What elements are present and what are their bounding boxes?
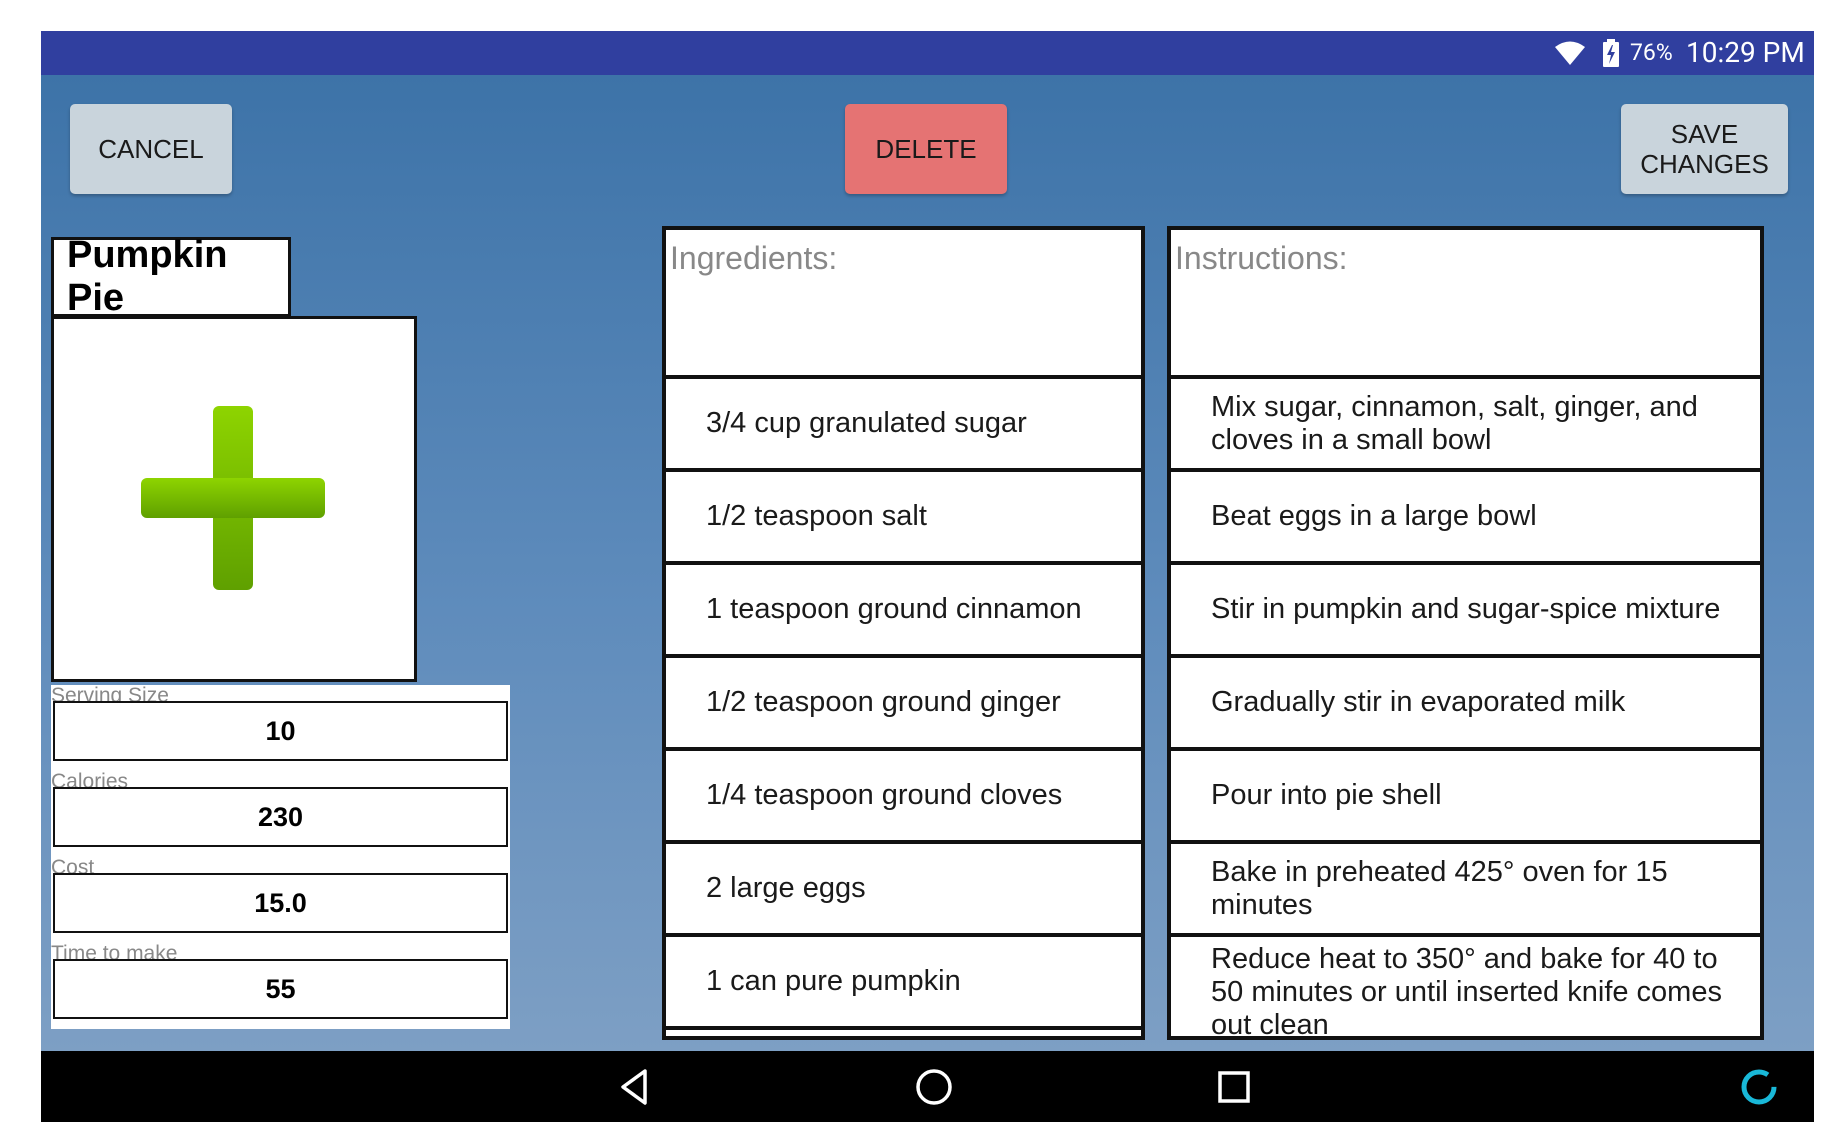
battery-charging-icon	[1603, 39, 1619, 67]
ingredients-header: Ingredients:	[670, 240, 838, 276]
ingredient-item[interactable]: 1/2 teaspoon ground ginger	[666, 654, 1141, 747]
ingredient-item-partial[interactable]	[666, 1026, 1141, 1036]
recents-icon[interactable]	[1212, 1065, 1256, 1109]
ingredient-item[interactable]: 2 large eggs	[666, 840, 1141, 933]
wifi-icon	[1555, 41, 1585, 65]
instruction-item[interactable]: Reduce heat to 350° and bake for 40 to 5…	[1171, 933, 1760, 1036]
instructions-header: Instructions:	[1175, 240, 1348, 276]
delete-button-label: DELETE	[875, 134, 977, 164]
instruction-item[interactable]: Pour into pie shell	[1171, 747, 1760, 840]
cancel-button-label: CANCEL	[98, 134, 204, 164]
recipe-details: Serving Size 10 Calories 230 Cost 15.0 T…	[51, 685, 510, 1029]
save-changes-button[interactable]: SAVE CHANGES	[1621, 104, 1788, 194]
recipe-editor: CANCEL DELETE SAVE CHANGES Pumpkin Pie S…	[41, 75, 1814, 1051]
cost-field[interactable]: 15.0	[53, 873, 508, 933]
ingredient-item[interactable]: 3/4 cup granulated sugar	[666, 375, 1141, 468]
clock: 10:29 PM	[1686, 36, 1805, 69]
save-changes-label-line2: CHANGES	[1640, 149, 1769, 179]
delete-button[interactable]: DELETE	[845, 104, 1007, 194]
instruction-item[interactable]: Beat eggs in a large bowl	[1171, 468, 1760, 561]
ingredient-item[interactable]: 1 can pure pumpkin	[666, 933, 1141, 1026]
ingredient-item[interactable]: 1/4 teaspoon ground cloves	[666, 747, 1141, 840]
recipe-image-picker[interactable]	[51, 316, 417, 682]
recipe-title[interactable]: Pumpkin Pie	[51, 234, 291, 319]
serving-size-field[interactable]: 10	[53, 701, 508, 761]
battery-percentage: 76%	[1630, 39, 1673, 66]
navigation-bar	[41, 1051, 1814, 1122]
instruction-item[interactable]: Stir in pumpkin and sugar-spice mixture	[1171, 561, 1760, 654]
instruction-item[interactable]: Gradually stir in evaporated milk	[1171, 654, 1760, 747]
ingredients-list[interactable]: Ingredients: 3/4 cup granulated sugar 1/…	[662, 226, 1145, 1040]
home-icon[interactable]	[912, 1065, 956, 1109]
instruction-item[interactable]: Mix sugar, cinnamon, salt, ginger, and c…	[1171, 375, 1760, 468]
screen: 76% 10:29 PM CANCEL DELETE SAVE CHANGES …	[41, 31, 1814, 1122]
cancel-button[interactable]: CANCEL	[70, 104, 232, 194]
ingredient-item[interactable]: 1 teaspoon ground cinnamon	[666, 561, 1141, 654]
instruction-item[interactable]: Bake in preheated 425° oven for 15 minut…	[1171, 840, 1760, 933]
calories-field[interactable]: 230	[53, 787, 508, 847]
add-plus-icon	[141, 406, 325, 590]
instructions-list[interactable]: Instructions: Mix sugar, cinnamon, salt,…	[1167, 226, 1764, 1040]
back-icon[interactable]	[613, 1065, 657, 1109]
ingredient-item[interactable]: 1/2 teaspoon salt	[666, 468, 1141, 561]
status-bar: 76% 10:29 PM	[41, 31, 1814, 75]
time-to-make-field[interactable]: 55	[53, 959, 508, 1019]
save-changes-label-line1: SAVE	[1670, 119, 1739, 149]
assistant-icon[interactable]	[1737, 1065, 1781, 1109]
